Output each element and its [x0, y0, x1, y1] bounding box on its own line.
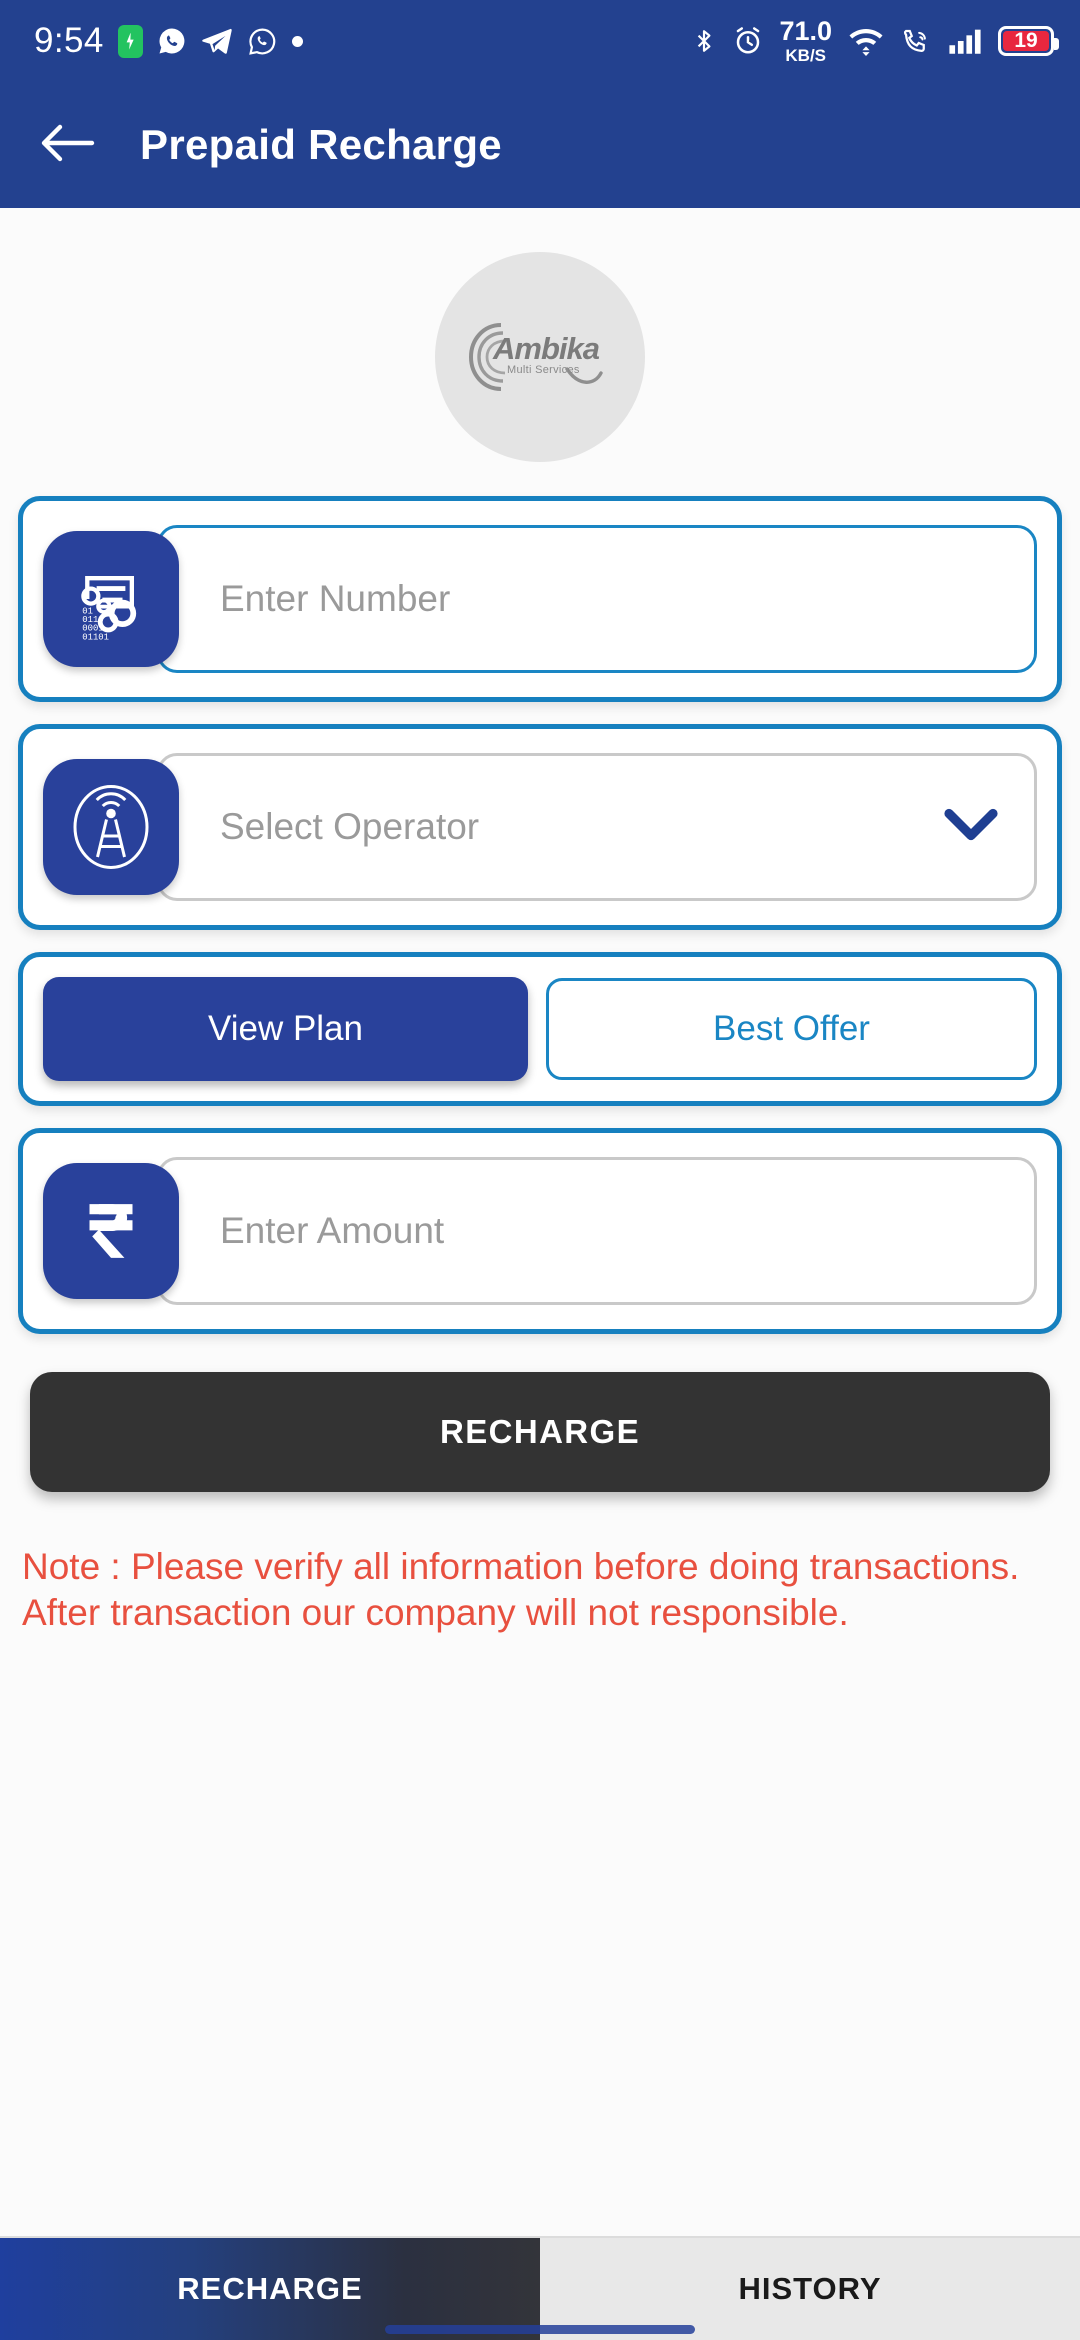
signal-bars-icon: [948, 26, 982, 56]
warning-note: Note : Please verify all information bef…: [22, 1546, 1020, 1633]
status-bar-left: 9:54: [34, 21, 303, 61]
whatsapp-business-icon: [157, 26, 187, 56]
operator-select-placeholder: Select Operator: [220, 806, 480, 847]
battery-charging-icon: [117, 24, 143, 58]
dot-icon: [291, 35, 303, 47]
vowifi-call-icon: [900, 26, 932, 56]
best-offer-button[interactable]: Best Offer: [546, 978, 1037, 1080]
number-field-row: 01 0110 0001 01101 Enter Number: [43, 525, 1037, 673]
number-input[interactable]: Enter Number: [157, 525, 1037, 673]
operator-card: Select Operator: [18, 724, 1062, 930]
wifi-icon: [848, 26, 884, 56]
recharge-submit-button[interactable]: RECHARGE: [30, 1372, 1050, 1492]
amount-field-row: Enter Amount: [43, 1157, 1037, 1305]
brand-logo-circle: Ambika Multi Services: [435, 252, 645, 462]
status-clock: 9:54: [34, 21, 104, 60]
brand-logo-container: Ambika Multi Services: [0, 208, 1080, 462]
svg-text:01101: 01101: [82, 632, 109, 642]
alarm-icon: [733, 26, 763, 56]
status-bar-right: 71.0 KB/S 19: [691, 16, 1059, 65]
form-cards: 01 0110 0001 01101 Enter Number Select O…: [0, 462, 1080, 1334]
number-input-placeholder: Enter Number: [220, 578, 451, 619]
operator-select[interactable]: Select Operator: [157, 753, 1037, 901]
amount-card: Enter Amount: [18, 1128, 1062, 1334]
telegram-icon: [201, 25, 233, 57]
recharge-code-icon: 01 0110 0001 01101: [43, 531, 179, 667]
nav-pill-indicator: [385, 2325, 695, 2334]
battery-percent-label: 19: [1003, 29, 1049, 52]
view-plan-button[interactable]: View Plan: [43, 977, 528, 1081]
status-bar: 9:54 71.0 KB/S 19: [0, 0, 1080, 82]
network-speed-indicator: 71.0 KB/S: [779, 16, 832, 65]
brand-logo-tagline: Multi Services: [507, 364, 580, 376]
cell-tower-icon: [43, 759, 179, 895]
main-content: Ambika Multi Services 01 0110 0001 01101…: [0, 208, 1080, 2236]
operator-field-row: Select Operator: [43, 753, 1037, 901]
plan-buttons-card: View Plan Best Offer: [18, 952, 1062, 1106]
app-bar: Prepaid Recharge: [0, 82, 1080, 208]
amount-input[interactable]: Enter Amount: [157, 1157, 1037, 1305]
rupee-icon: [43, 1163, 179, 1299]
battery-status-icon: 19: [998, 26, 1059, 56]
brand-logo-name: Ambika: [493, 331, 600, 366]
whatsapp-icon: [247, 26, 278, 57]
chevron-down-icon[interactable]: [943, 808, 999, 847]
back-arrow-icon[interactable]: [40, 121, 96, 170]
bottom-tab-bar: RECHARGE HISTORY: [0, 2236, 1080, 2340]
brand-logo-mark: Ambika Multi Services: [455, 317, 625, 397]
bluetooth-icon: [691, 25, 717, 57]
app-screen: 9:54 71.0 KB/S 19 Prepaid Recharge Ambik…: [0, 0, 1080, 2340]
amount-input-placeholder: Enter Amount: [220, 1210, 445, 1251]
number-card: 01 0110 0001 01101 Enter Number: [18, 496, 1062, 702]
plan-buttons-row: View Plan Best Offer: [43, 977, 1037, 1081]
page-title: Prepaid Recharge: [140, 121, 502, 168]
